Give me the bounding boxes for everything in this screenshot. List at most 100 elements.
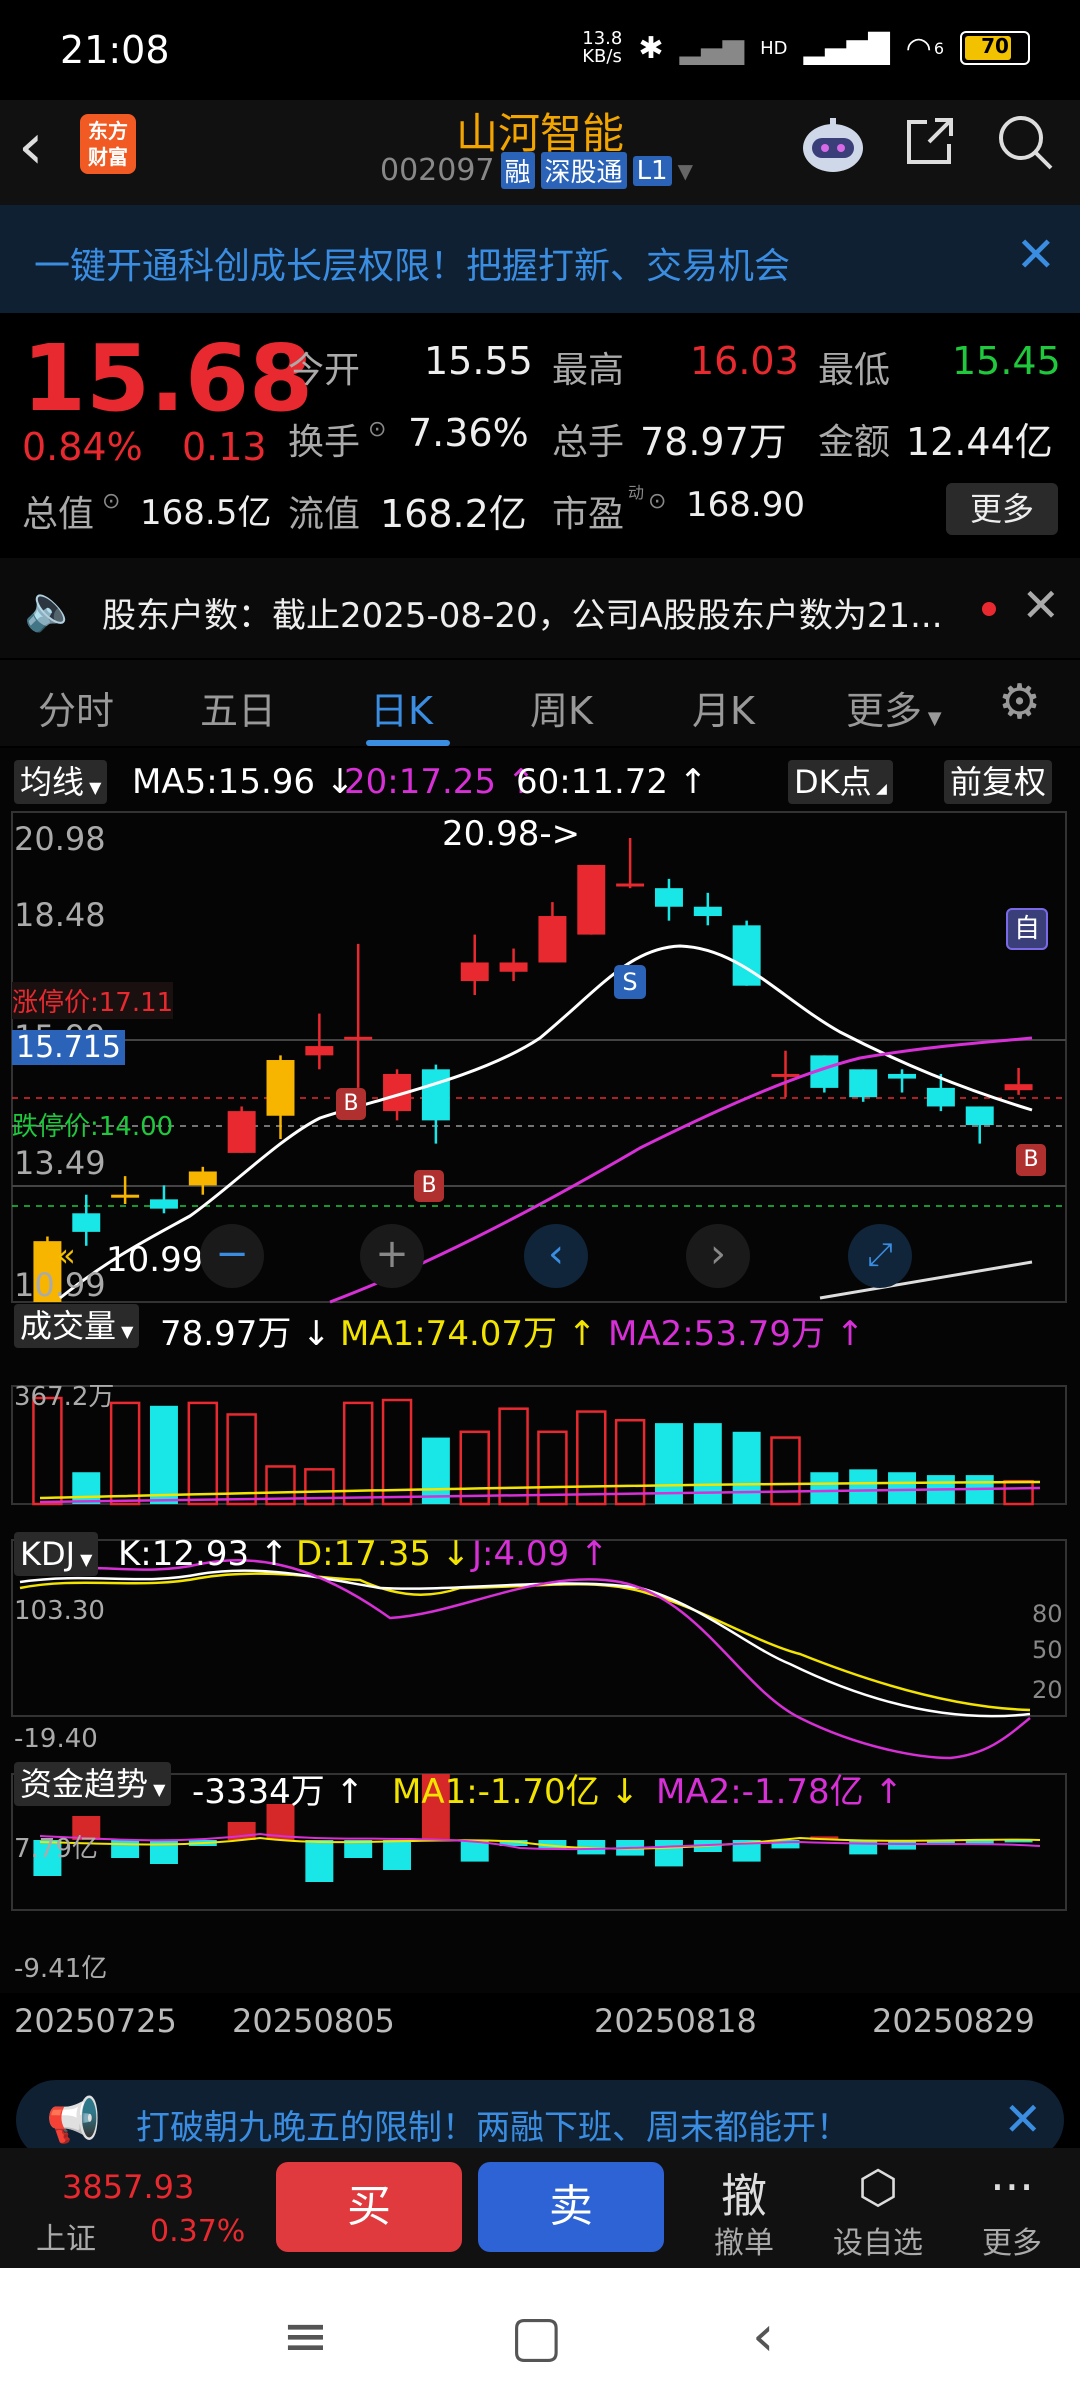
ad-text[interactable]: 打破朝九晚五的限制！两融下班、周末都能开！ [136,2100,850,2149]
kdj-select-button[interactable]: KDJ ▼ [14,1532,99,1576]
more-menu-button[interactable]: ··· 更多 [952,2160,1072,2262]
kdj-k-label: K:12.93 ↑ [118,1534,289,1574]
tag-connect: 深股通 [540,152,627,189]
change-percent: 0.84% [22,425,143,469]
speaker-icon: 🔈 [24,583,79,634]
sell-button[interactable]: 卖 [478,2162,664,2252]
tag-level: L1 [632,155,672,186]
chevron-down-icon: ▼ [677,158,693,183]
candle-body [771,1073,800,1077]
fund-value-label: -3334万 ↑ [192,1772,365,1812]
index-value[interactable]: 3857.93 [62,2168,194,2206]
tab-intraday[interactable]: 分时 [38,680,114,735]
scroll-start-icon[interactable]: « [44,1236,88,1280]
scroll-left-button[interactable]: ‹ [524,1224,588,1288]
volume-bar [1003,1479,1034,1506]
info-icon[interactable]: ⊙ [368,417,386,442]
adjust-button[interactable]: 前复权 [944,760,1053,804]
close-icon[interactable]: ✕ [1021,578,1060,632]
fullscreen-icon[interactable]: ⤢ [848,1224,912,1288]
cancel-icon: 撤 [721,2169,767,2223]
self-select-marker[interactable]: 自 [1006,908,1048,950]
zoom-out-button[interactable]: − [200,1224,264,1288]
limit-up-label: 涨停价:17.11 [12,982,174,1019]
kdj-20: 20 [1032,1676,1063,1704]
fund-bottom: -9.41亿 [14,1954,108,1984]
amount-value: 12.44亿 [906,420,1053,464]
volume-bar [459,1430,490,1506]
date-label: 20250829 [872,2002,1035,2040]
stock-code: 002097 [380,153,495,188]
more-label: 更多 [982,2226,1042,2261]
menu-icon[interactable]: ≡ [282,2304,329,2369]
more-button[interactable]: 更多 [946,483,1058,535]
add-watchlist-button[interactable]: ⬡ 设自选 [818,2160,938,2262]
ma-select-button[interactable]: 均线 ▼ [14,760,108,804]
tab-monthly-k[interactable]: 月K [692,680,755,735]
news-text[interactable]: 股东户数：截止2025-08-20，公司A股股东户数为21... [102,588,943,637]
info-icon[interactable]: ⊙ [648,489,666,514]
period-tabs: 分时 五日 日K 周K 月K 更多 ▼ ⚙ [0,660,1080,746]
index-change[interactable]: 0.37% [150,2214,245,2249]
news-ticker[interactable]: 🔈 股东户数：截止2025-08-20，公司A股股东户数为21... ✕ [0,558,1080,658]
candle-body [72,1213,101,1232]
candle-body [965,1106,994,1126]
volume-bar [32,1396,63,1506]
buy-button[interactable]: 买 [276,2162,462,2252]
robot-assistant-icon[interactable] [800,112,866,178]
fund-select-button[interactable]: 资金趋势 ▼ [14,1762,172,1806]
high-value: 16.03 [690,339,799,383]
volume-bar [888,1472,917,1504]
dk-point-button[interactable]: DK点 ◢ [788,760,893,804]
candle-body [227,1111,256,1153]
scroll-right-button[interactable]: › [686,1224,750,1288]
open-value: 15.55 [424,339,533,383]
high-annotation: 20.98-> [442,814,581,854]
gear-icon[interactable]: ⚙ [998,674,1041,730]
back-nav-icon[interactable]: ‹ [752,2304,774,2369]
volume-bar [849,1469,878,1504]
info-icon[interactable]: ⊙ [102,489,120,514]
candle-body [111,1194,140,1198]
stock-code-row[interactable]: 002097 融 深股通 L1 ▼ [380,152,693,189]
promo-text[interactable]: 一键开通科创成长层权限！把握打新、交易机会 [34,237,790,289]
close-icon[interactable]: ✕ [1003,2092,1042,2146]
tab-daily-k[interactable]: 日K [370,680,433,735]
volume-bar [109,1401,141,1506]
volume-bar [537,1430,568,1506]
home-icon[interactable]: ▢ [510,2304,563,2369]
current-price: 15.68 [22,325,314,432]
volume-select-button[interactable]: 成交量 ▼ [14,1304,140,1348]
cancel-label: 撤单 [714,2226,774,2261]
close-icon[interactable]: ✕ [1016,227,1056,283]
zoom-in-button[interactable]: + [360,1224,424,1288]
status-bar: 21:08 13.8 KB/s ✱ ▂▄▆ HD ▂▄▆█ ◠ 6 70 [0,0,1080,100]
candle-body [538,916,567,963]
candle-body [421,1069,450,1121]
megaphone-icon: 📢 [46,2095,101,2146]
date-label: 20250818 [594,2002,757,2040]
more-dots-icon: ··· [990,2160,1034,2214]
share-icon[interactable] [896,112,962,178]
kdj-top: 103.30 [14,1596,105,1626]
tab-more[interactable]: 更多 ▼ [846,680,942,735]
volume-bar [498,1407,529,1506]
hd-icon: HD [760,37,788,59]
fund-ma2-label: MA2:-1.78亿 ↑ [656,1772,903,1812]
buy-marker: B [336,1088,366,1120]
tab-five-day[interactable]: 五日 [200,680,276,735]
chart-area[interactable]: 均线 ▼ MA5:15.96 ↓ 20:17.25 ↑ 60:11.72 ↑ D… [0,748,1080,2040]
tab-weekly-k[interactable]: 周K [530,680,593,735]
candle-body [188,1171,217,1186]
pe-superscript: 动 [628,483,645,502]
high-label: 最高 [552,350,625,391]
search-icon[interactable] [992,112,1058,178]
cancel-order-button[interactable]: 撤 撤单 [684,2160,804,2262]
fund-ma1-label: MA1:-1.70亿 ↓ [392,1772,639,1812]
promo-banner[interactable]: 一键开通科创成长层权限！把握打新、交易机会 ✕ [0,205,1080,313]
volume-bar [342,1401,374,1506]
volume-ma2-label: MA2:53.79万 ↑ [608,1314,865,1354]
ma5-label: MA5:15.96 ↓ [132,762,355,802]
volume-bar [810,1472,839,1504]
index-name[interactable]: 上证 [36,2214,96,2258]
